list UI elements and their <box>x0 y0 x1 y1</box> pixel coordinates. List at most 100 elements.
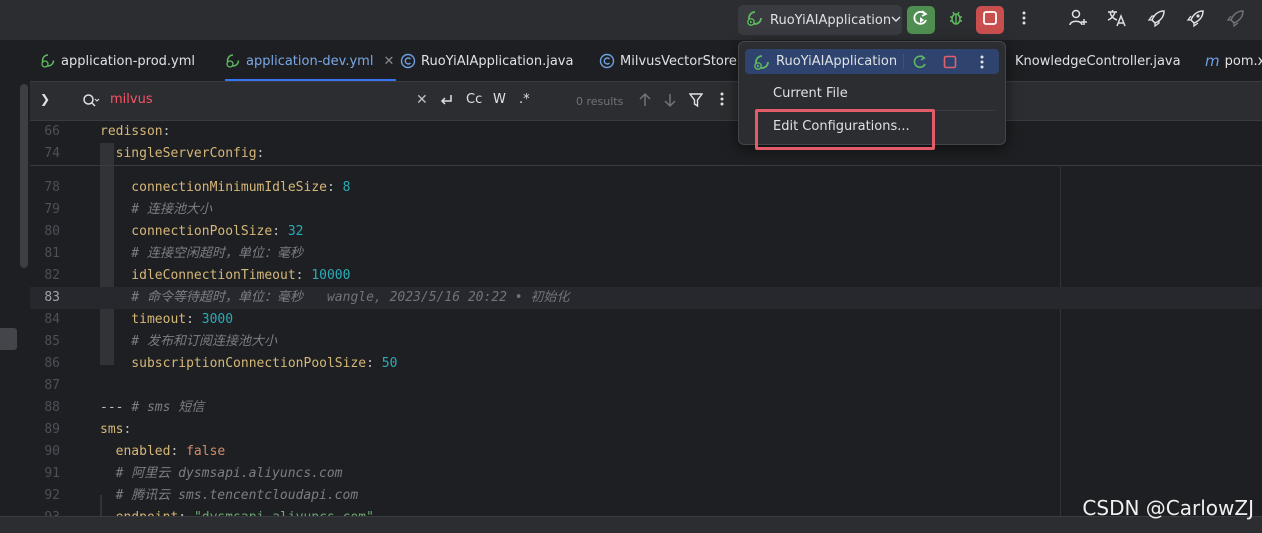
code-line[interactable]: 85 # 发布和订阅连接池大小 <box>30 331 1262 353</box>
whole-words-toggle[interactable]: W <box>493 92 506 107</box>
line-number[interactable]: 91 <box>30 463 60 485</box>
code-line[interactable]: 79 # 连接池大小 <box>30 199 1262 221</box>
more-actions-button[interactable] <box>1010 6 1038 34</box>
line-number[interactable]: 81 <box>30 243 60 265</box>
line-code: sms: <box>100 419 131 441</box>
line-number[interactable]: 79 <box>30 199 60 221</box>
tab-knowledge-controller[interactable]: KnowledgeController.java <box>1015 41 1181 81</box>
line-number[interactable]: 83 <box>30 287 60 309</box>
line-number[interactable]: 86 <box>30 353 60 375</box>
code-with-me-button[interactable] <box>1064 6 1092 34</box>
chevron-right-icon[interactable]: ❯ <box>40 92 50 106</box>
code-token: : <box>295 268 312 283</box>
code-line[interactable]: 82 idleConnectionTimeout: 10000 <box>30 265 1262 287</box>
code-line[interactable]: 74 singleServerConfig: <box>30 143 1262 165</box>
code-line[interactable]: 83 # 命令等待超时，单位：毫秒 wangle, 2023/5/16 20:22… <box>30 287 1262 309</box>
code-token: --- <box>100 400 132 415</box>
code-token: 8 <box>342 180 351 195</box>
line-number[interactable]: 78 <box>30 177 60 199</box>
code-editor[interactable]: 66 redisson: 74 singleServerConfig: 78 conn… <box>30 121 1262 516</box>
tab-pom[interactable]: m pom.x <box>1205 41 1262 81</box>
regex-toggle[interactable]: .* <box>519 92 530 107</box>
line-code: # 发布和订阅连接池大小 <box>100 331 277 353</box>
search-input[interactable] <box>110 92 340 107</box>
arrow-down-icon[interactable] <box>663 92 677 112</box>
match-case-toggle[interactable]: Cc <box>466 92 482 107</box>
code-line[interactable]: 81 # 连接空闲超时，单位：毫秒 <box>30 243 1262 265</box>
code-token: idleConnectionTimeout <box>100 268 296 283</box>
search-icon[interactable] <box>82 93 100 113</box>
code-line[interactable]: 90 enabled: false <box>30 441 1262 463</box>
code-token: timeout <box>100 312 187 327</box>
git-blame-annotation[interactable]: wangle, 2023/5/16 20:22 • 初始化 <box>327 290 570 305</box>
line-number[interactable]: 85 <box>30 331 60 353</box>
code-line[interactable]: 84 timeout: 3000 <box>30 309 1262 331</box>
close-icon[interactable]: ✕ <box>383 54 394 69</box>
code-token: # 腾讯云 sms.tencentcloudapi.com <box>100 488 359 503</box>
tab-ruoyi-ai-application[interactable]: RuoYiAIApplication.java <box>400 41 573 81</box>
rerun-button[interactable] <box>907 6 935 34</box>
code-line[interactable]: 92 # 腾讯云 sms.tencentcloudapi.com <box>30 485 1262 507</box>
line-number[interactable]: 80 <box>30 221 60 243</box>
deploy-alt-button[interactable] <box>1182 6 1210 34</box>
yaml-run-icon <box>40 53 56 69</box>
popup-item-app-config[interactable]: RuoYiAIApplication <box>745 49 999 74</box>
line-number[interactable]: 87 <box>30 375 60 397</box>
tab-label: pom.x <box>1224 53 1262 69</box>
line-code: endpoint: "dysmsapi.aliyuncs.com" <box>100 507 374 516</box>
line-number[interactable]: 88 <box>30 397 60 419</box>
code-line[interactable]: 88 --- # sms 短信 <box>30 397 1262 419</box>
line-number[interactable]: 82 <box>30 265 60 287</box>
filter-icon[interactable] <box>688 92 704 112</box>
rocket-outline-icon <box>1186 8 1206 32</box>
line-code: timeout: 3000 <box>100 309 233 331</box>
code-line[interactable]: 80 connectionPoolSize: 32 <box>30 221 1262 243</box>
rerun-icon[interactable] <box>911 53 929 71</box>
bug-icon <box>947 9 965 31</box>
annotation-highlight-box <box>755 109 935 150</box>
line-code: # 阿里云 dysmsapi.aliyuncs.com <box>100 463 343 485</box>
popup-item-current-file[interactable]: Current File <box>773 86 848 101</box>
debug-button[interactable] <box>942 6 970 34</box>
deploy-disabled-button[interactable] <box>1222 6 1250 34</box>
code-line[interactable]: 93 endpoint: "dysmsapi.aliyuncs.com" <box>30 507 1262 516</box>
line-number[interactable]: 84 <box>30 309 60 331</box>
code-line[interactable]: 78 connectionMinimumIdleSize: 8 <box>30 177 1262 199</box>
line-number[interactable]: 92 <box>30 485 60 507</box>
code-token: connectionPoolSize <box>100 224 273 239</box>
project-scrollbar[interactable] <box>20 84 28 268</box>
tab-application-dev[interactable]: application-dev.yml ✕ <box>225 41 397 81</box>
line-number[interactable]: 90 <box>30 441 60 463</box>
code-token: # 命令等待超时，单位：毫秒 <box>100 290 303 305</box>
code-token: : <box>272 224 288 239</box>
code-line[interactable]: 89 sms: <box>30 419 1262 441</box>
line-code: # 连接池大小 <box>100 199 212 221</box>
project-selected-item[interactable] <box>0 328 17 350</box>
tab-milvus-vector-store[interactable]: MilvusVectorStore.ja <box>599 41 753 81</box>
code-token: 32 <box>287 224 304 239</box>
code-line[interactable]: 86 subscriptionConnectionPoolSize: 50 <box>30 353 1262 375</box>
code-token: subscriptionConnectionPoolSize <box>100 356 367 371</box>
deploy-button[interactable] <box>1143 6 1171 34</box>
stop-button[interactable] <box>976 6 1004 34</box>
code-line[interactable]: 91 # 阿里云 dysmsapi.aliyuncs.com <box>30 463 1262 485</box>
code-token: sms <box>100 422 124 437</box>
more-vertical-icon[interactable] <box>720 92 724 110</box>
stop-icon[interactable] <box>941 53 959 71</box>
more-vertical-icon <box>1022 11 1026 29</box>
code-line[interactable]: 87 <box>30 375 1262 397</box>
line-number[interactable]: 66 <box>30 121 60 143</box>
class-run-icon <box>400 53 416 69</box>
new-line-icon[interactable] <box>438 92 454 112</box>
tab-application-prod[interactable]: application-prod.yml <box>40 41 195 81</box>
run-config-selector[interactable]: RuoYiAIApplication <box>738 5 902 35</box>
line-code: subscriptionConnectionPoolSize: 50 <box>100 353 397 375</box>
clear-search-icon[interactable]: ✕ <box>416 92 428 108</box>
line-number[interactable]: 89 <box>30 419 60 441</box>
translate-button[interactable] <box>1103 6 1131 34</box>
line-number[interactable]: 74 <box>30 143 60 165</box>
arrow-up-icon[interactable] <box>638 92 652 112</box>
line-number[interactable]: 93 <box>30 507 60 516</box>
code-line[interactable]: 66 redisson: <box>30 121 1262 143</box>
more-vertical-icon[interactable] <box>973 53 991 71</box>
